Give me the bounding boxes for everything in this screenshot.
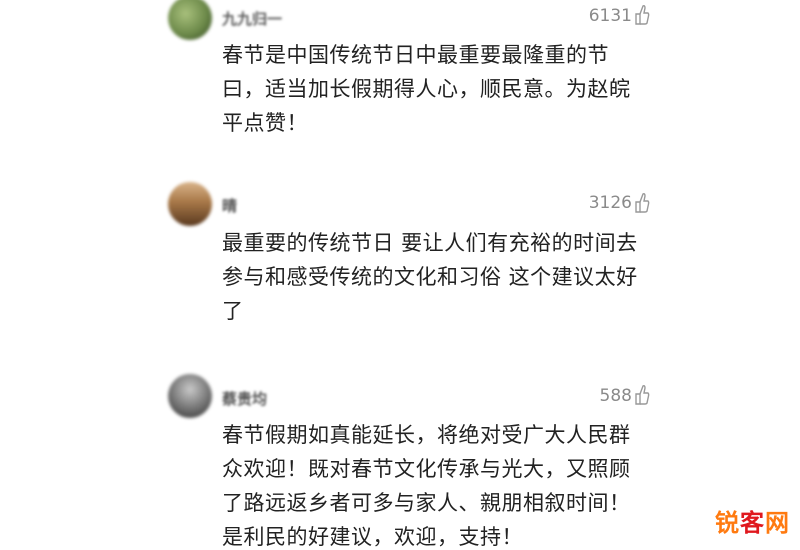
comment-line: 曰，适当加长假期得人心，顺民意。为赵皖 (222, 77, 631, 101)
username[interactable]: 晴 (222, 195, 237, 216)
watermark-char: 锐 (715, 509, 740, 537)
watermark-char: 客 (740, 509, 765, 537)
comment-line: 是利民的好建议，欢迎，支持！ (222, 525, 523, 549)
watermark-char: 网 (765, 509, 790, 537)
like-count: 588 (599, 386, 632, 406)
avatar[interactable] (168, 182, 212, 226)
comment-line: 了路远返乡者可多与家人、親朋相叙时间！ (222, 491, 631, 515)
thumb-up-icon[interactable] (634, 384, 650, 406)
comment-line: 平点赞！ (222, 111, 308, 135)
like-count: 6131 (588, 6, 632, 26)
comment-line: 了 (222, 299, 244, 323)
thumb-up-icon[interactable] (634, 4, 650, 26)
watermark-logo: 锐客网 (715, 503, 790, 538)
comment-line: 众欢迎！既对春节文化传承与光大，又照顾 (222, 457, 631, 481)
username[interactable]: 九九归一 (222, 8, 282, 29)
comment-text: 春节是中国传统节日中最重要最隆重的节 曰，适当加长假期得人心，顺民意。为赵皖 平… (222, 38, 662, 140)
comment-line: 参与和感受传统的文化和习俗 这个建议太好 (222, 265, 638, 289)
thumb-up-icon[interactable] (634, 192, 650, 214)
comment-line: 最重要的传统节日 要让人们有充裕的时间去 (222, 231, 638, 255)
comment-line: 春节假期如真能延长，将绝对受广大人民群 (222, 423, 631, 447)
avatar[interactable] (168, 374, 212, 418)
username[interactable]: 蔡贵均 (222, 388, 267, 409)
avatar[interactable] (168, 0, 212, 40)
comment-text: 春节假期如真能延长，将绝对受广大人民群 众欢迎！既对春节文化传承与光大，又照顾 … (222, 418, 662, 550)
comment-text: 最重要的传统节日 要让人们有充裕的时间去 参与和感受传统的文化和习俗 这个建议太… (222, 226, 662, 328)
comment-line: 春节是中国传统节日中最重要最隆重的节 (222, 43, 609, 67)
like-count: 3126 (588, 193, 632, 213)
